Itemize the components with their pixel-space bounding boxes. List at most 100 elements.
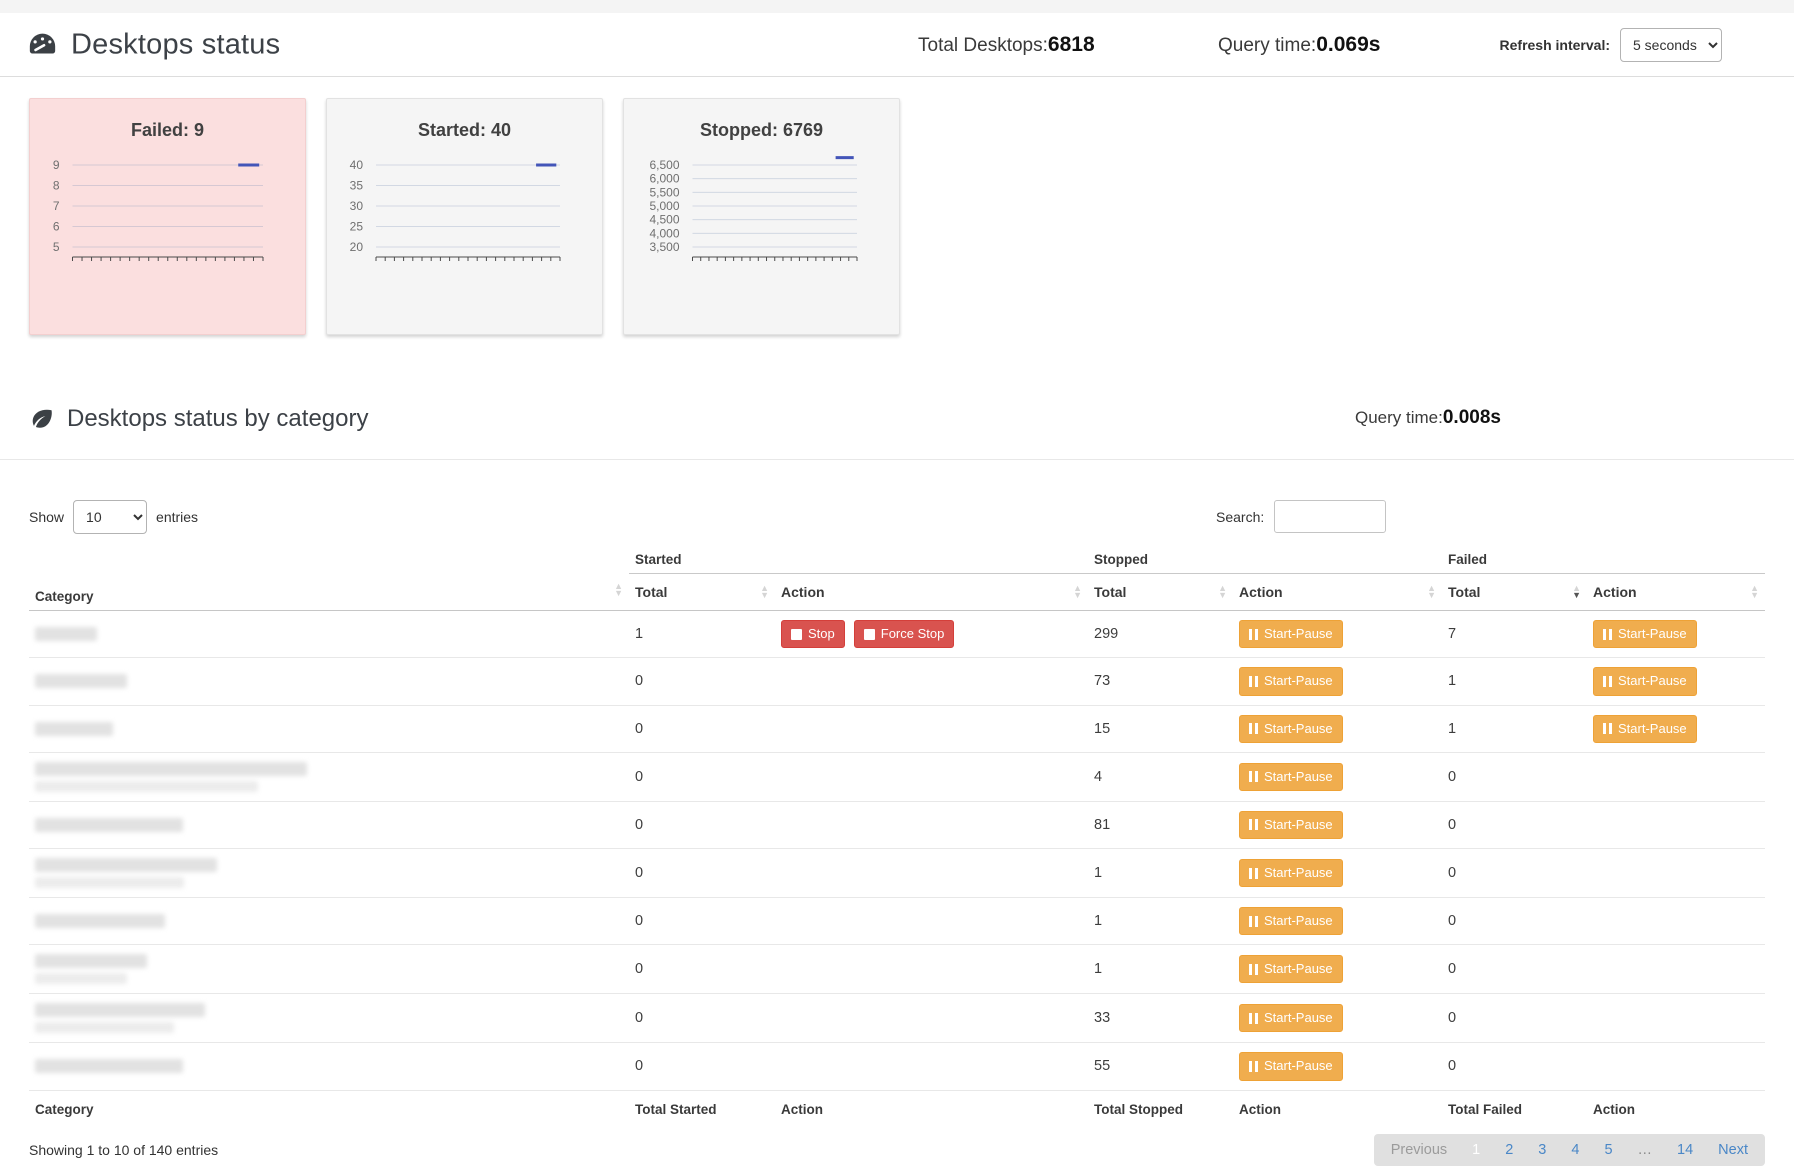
started-actions-cell — [775, 801, 1088, 848]
failed-actions-cell: Start-Pause — [1587, 705, 1765, 752]
sort-icon-started-total: ▲▼ — [760, 585, 769, 599]
refresh-interval-label: Refresh interval: — [1500, 37, 1610, 53]
stopped-total-cell: 55 — [1088, 1043, 1233, 1090]
started-total-cell: 0 — [629, 705, 775, 752]
failed-total-cell: 0 — [1442, 945, 1587, 994]
category-cell-redacted — [29, 658, 629, 705]
table-row: 01Start-Pause0 — [29, 898, 1765, 945]
stopped-card-title: Stopped: 6769 — [624, 120, 899, 141]
start-pause-button[interactable]: Start-Pause — [1239, 1004, 1343, 1032]
start-pause-button[interactable]: Start-Pause — [1239, 715, 1343, 743]
svg-text:4,000: 4,000 — [649, 226, 679, 240]
failed-total-cell: 0 — [1442, 1043, 1587, 1090]
sort-icon-failed-action: ▲▼ — [1750, 585, 1759, 599]
start-pause-button[interactable]: Start-Pause — [1239, 1052, 1343, 1080]
page-4-button[interactable]: 4 — [1571, 1142, 1579, 1158]
start-pause-button[interactable]: Start-Pause — [1593, 715, 1697, 743]
start-pause-button[interactable]: Start-Pause — [1239, 907, 1343, 935]
page-next-button[interactable]: Next — [1718, 1142, 1748, 1158]
search-input[interactable] — [1274, 500, 1386, 533]
page-1-button[interactable]: 1 — [1472, 1142, 1480, 1158]
stopped-actions-cell: Start-Pause — [1233, 801, 1442, 848]
query-time-value: 0.069s — [1316, 33, 1380, 56]
started-card-title: Started: 40 — [327, 120, 602, 141]
start-pause-button[interactable]: Start-Pause — [1239, 620, 1343, 648]
table-row: 01Start-Pause0 — [29, 849, 1765, 898]
page-5-button[interactable]: 5 — [1604, 1142, 1612, 1158]
sort-icon-started-action: ▲▼ — [1073, 585, 1082, 599]
svg-text:6: 6 — [52, 220, 59, 234]
page-3-button[interactable]: 3 — [1538, 1142, 1546, 1158]
failed-actions-cell: Start-Pause — [1587, 658, 1765, 705]
force-stop-button[interactable]: Force Stop — [854, 620, 955, 648]
category-cell-redacted — [29, 801, 629, 848]
column-header-stopped-action[interactable]: Action ▲▼ — [1233, 574, 1442, 611]
started-actions-cell — [775, 898, 1088, 945]
page-title: Desktops status — [71, 28, 280, 61]
category-cell-redacted — [29, 705, 629, 752]
stopped-actions-cell: Start-Pause — [1233, 658, 1442, 705]
page-header: Desktops status Total Desktops:6818 Quer… — [0, 13, 1794, 77]
failed-card-title: Failed: 9 — [30, 120, 305, 141]
search-label: Search: — [1216, 509, 1264, 525]
page-2-button[interactable]: 2 — [1505, 1142, 1513, 1158]
footer-category: Category — [29, 1090, 629, 1128]
stopped-actions-cell: Start-Pause — [1233, 611, 1442, 658]
column-header-category[interactable]: Category ▲▼ — [29, 548, 629, 611]
pause-icon — [1249, 819, 1258, 830]
show-label: Show — [29, 509, 64, 525]
failed-total-cell: 0 — [1442, 752, 1587, 801]
stopped-total-cell: 15 — [1088, 705, 1233, 752]
start-pause-button[interactable]: Start-Pause — [1593, 667, 1697, 695]
pause-icon — [1249, 1013, 1258, 1024]
started-actions-cell — [775, 849, 1088, 898]
failed-total-cell: 1 — [1442, 658, 1587, 705]
stopped-status-card: Stopped: 6769 6,5006,0005,5005,0004,5004… — [623, 98, 900, 335]
category-status-table: Category ▲▼ Started Stopped Failed Total… — [29, 548, 1765, 1128]
stopped-total-cell: 73 — [1088, 658, 1233, 705]
started-actions-cell — [775, 658, 1088, 705]
table-bottom-bar: Showing 1 to 10 of 140 entries Previous1… — [29, 1134, 1765, 1166]
sort-icon-category: ▲▼ — [614, 583, 623, 597]
column-header-failed-total[interactable]: Total ▲▼ — [1442, 574, 1587, 611]
column-header-started-total[interactable]: Total ▲▼ — [629, 574, 775, 611]
started-actions-cell — [775, 1043, 1088, 1090]
start-pause-button[interactable]: Start-Pause — [1239, 811, 1343, 839]
column-header-started-action[interactable]: Action ▲▼ — [775, 574, 1088, 611]
started-total-cell: 0 — [629, 994, 775, 1043]
stopped-sparkline-chart: 6,5006,0005,5005,0004,5004,0003,500 — [637, 149, 887, 275]
start-pause-button[interactable]: Start-Pause — [1239, 955, 1343, 983]
svg-text:9: 9 — [52, 158, 59, 172]
pause-icon — [1603, 629, 1612, 640]
sort-icon-stopped-total: ▲▼ — [1218, 585, 1227, 599]
start-pause-button[interactable]: Start-Pause — [1239, 667, 1343, 695]
pause-icon — [1249, 916, 1258, 927]
start-pause-button[interactable]: Start-Pause — [1239, 763, 1343, 791]
page-previous-button[interactable]: Previous — [1391, 1142, 1447, 1158]
failed-actions-cell — [1587, 994, 1765, 1043]
section-title: Desktops status by category — [67, 405, 368, 433]
table-row: 033Start-Pause0 — [29, 994, 1765, 1043]
column-header-failed-action[interactable]: Action ▲▼ — [1587, 574, 1765, 611]
svg-text:7: 7 — [52, 199, 59, 213]
failed-actions-cell — [1587, 801, 1765, 848]
svg-text:5,500: 5,500 — [649, 185, 679, 199]
start-pause-button[interactable]: Start-Pause — [1239, 859, 1343, 887]
stopped-actions-cell: Start-Pause — [1233, 849, 1442, 898]
started-sparkline-chart: 4035302520 — [340, 149, 590, 275]
page-length-select[interactable]: 10 — [73, 500, 147, 534]
page-14-button[interactable]: 14 — [1677, 1142, 1693, 1158]
stopped-total-cell: 4 — [1088, 752, 1233, 801]
failed-total-cell: 1 — [1442, 705, 1587, 752]
failed-actions-cell — [1587, 752, 1765, 801]
pagination: Previous12345…14Next — [1374, 1134, 1765, 1166]
column-header-stopped-total[interactable]: Total ▲▼ — [1088, 574, 1233, 611]
section-query-time: Query time:0.008s — [1355, 407, 1501, 429]
stopped-actions-cell: Start-Pause — [1233, 1043, 1442, 1090]
category-cell-redacted — [29, 994, 629, 1043]
start-pause-button[interactable]: Start-Pause — [1593, 620, 1697, 648]
stop-button[interactable]: Stop — [781, 620, 845, 648]
refresh-interval-select[interactable]: 5 seconds — [1620, 28, 1722, 62]
sort-icon-failed-total: ▲▼ — [1572, 585, 1581, 599]
group-header-started: Started — [629, 548, 1088, 574]
